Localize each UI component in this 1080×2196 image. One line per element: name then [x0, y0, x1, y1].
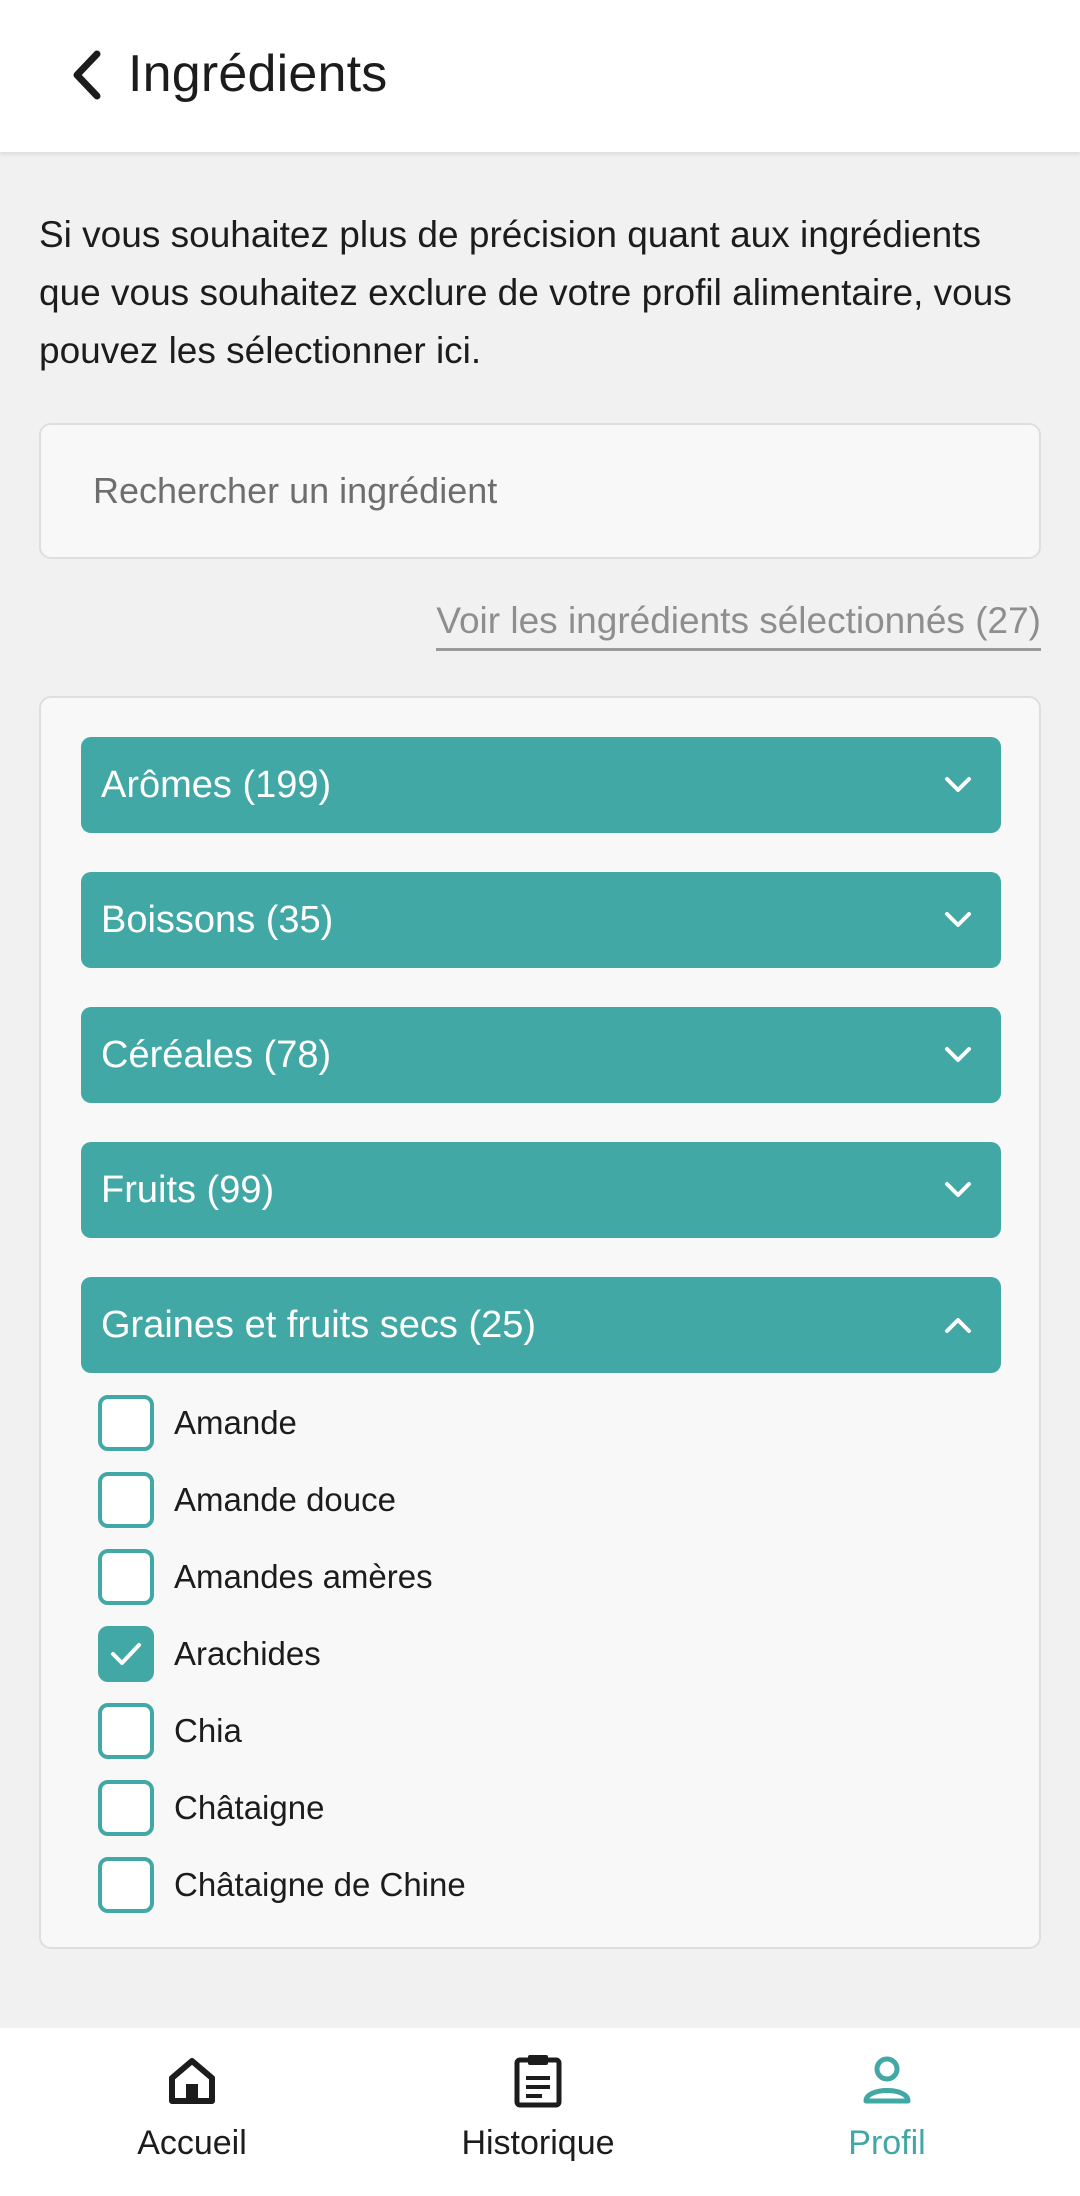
- category-boissons[interactable]: Boissons (35): [81, 872, 1001, 968]
- ingredient-item-chataigne-de-chine[interactable]: Châtaigne de Chine: [98, 1846, 978, 1923]
- home-icon: [164, 2052, 220, 2108]
- ingredient-label: Châtaigne: [174, 1788, 325, 1826]
- checkbox[interactable]: [98, 1856, 154, 1913]
- chevron-down-icon: [941, 768, 975, 802]
- bottom-navigation: Accueil Historique Profil: [0, 2028, 1080, 2196]
- category-label: Arômes (199): [101, 763, 332, 806]
- nav-label: Historique: [461, 2124, 615, 2162]
- nav-item-accueil[interactable]: Accueil: [42, 2028, 342, 2196]
- checkbox-checked[interactable]: [98, 1625, 154, 1682]
- category-cereales[interactable]: Céréales (78): [81, 1007, 1001, 1103]
- category-aromes[interactable]: Arômes (199): [81, 737, 1001, 833]
- checkbox[interactable]: [98, 1779, 154, 1836]
- ingredient-label: Chia: [174, 1711, 242, 1749]
- category-label: Boissons (35): [101, 898, 334, 941]
- ingredient-item-chia[interactable]: Chia: [98, 1692, 978, 1769]
- ingredient-label: Arachides: [174, 1634, 321, 1672]
- category-label: Fruits (99): [101, 1168, 275, 1211]
- app-header: Ingrédients: [0, 0, 1080, 152]
- back-button[interactable]: [56, 38, 116, 112]
- category-fruits[interactable]: Fruits (99): [81, 1142, 1001, 1238]
- category-label: Céréales (78): [101, 1033, 332, 1076]
- checkbox[interactable]: [98, 1394, 154, 1451]
- ingredient-label: Amande douce: [174, 1480, 396, 1518]
- chevron-left-icon: [73, 50, 101, 100]
- intro-text: Si vous souhaitez plus de précision quan…: [39, 214, 1012, 371]
- view-selected-ingredients-link[interactable]: Voir les ingrédients sélectionnés (27): [436, 600, 1041, 651]
- checkbox[interactable]: [98, 1702, 154, 1759]
- ingredient-item-amandes-ameres[interactable]: Amandes amères: [98, 1538, 978, 1615]
- check-icon: [111, 1642, 141, 1665]
- search-input[interactable]: [41, 425, 1039, 557]
- chevron-up-icon: [941, 1308, 975, 1342]
- category-label: Graines et fruits secs (25): [101, 1303, 537, 1346]
- category-panel: Arômes (199) Boissons (35) Céréales (78)…: [39, 696, 1041, 1949]
- chevron-down-icon: [941, 1173, 975, 1207]
- search-box: [39, 423, 1041, 559]
- ingredient-item-amande-douce[interactable]: Amande douce: [98, 1461, 978, 1538]
- ingredient-label: Amande: [174, 1403, 297, 1441]
- nav-item-historique[interactable]: Historique: [388, 2028, 688, 2196]
- checkbox[interactable]: [98, 1548, 154, 1605]
- ingredient-item-chataigne[interactable]: Châtaigne: [98, 1769, 978, 1846]
- nav-item-profil[interactable]: Profil: [737, 2028, 1037, 2196]
- ingredient-label: Amandes amères: [174, 1557, 433, 1595]
- nav-label: Accueil: [137, 2124, 247, 2162]
- ingredients-screen: Ingrédients Si vous souhaitez plus de pr…: [0, 0, 1080, 2196]
- category-graines-fruits-secs[interactable]: Graines et fruits secs (25): [81, 1277, 1001, 1373]
- ingredient-item-arachides[interactable]: Arachides: [98, 1615, 978, 1692]
- chevron-down-icon: [941, 903, 975, 937]
- chevron-down-icon: [941, 1038, 975, 1072]
- checkbox[interactable]: [98, 1471, 154, 1528]
- nav-label: Profil: [848, 2124, 926, 2162]
- ingredient-list: Amande Amande douce Amandes amères Arach…: [98, 1384, 978, 1923]
- ingredient-item-amande[interactable]: Amande: [98, 1384, 978, 1461]
- clipboard-icon: [510, 2052, 566, 2108]
- person-icon: [859, 2052, 915, 2108]
- ingredient-label: Châtaigne de Chine: [174, 1865, 466, 1903]
- page-title: Ingrédients: [128, 45, 388, 103]
